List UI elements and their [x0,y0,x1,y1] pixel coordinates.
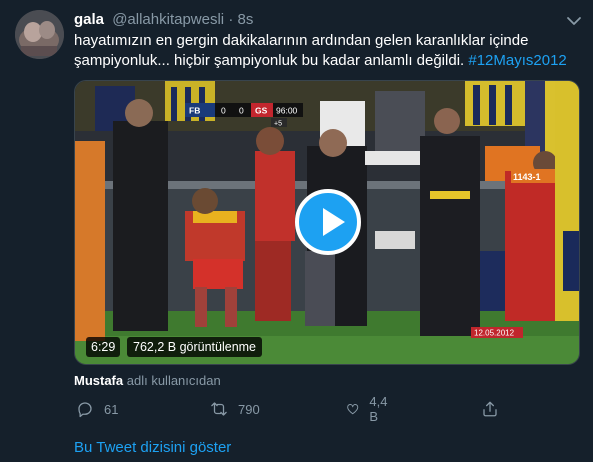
attribution-user[interactable]: Mustafa [74,373,123,388]
show-thread-link[interactable]: Bu Tweet dizisini göster [74,438,231,457]
heart-icon [347,404,359,415]
retweet-count: 790 [238,401,260,417]
separator-dot: · [228,11,234,28]
avatar-image [15,10,64,59]
scoreboard-away-score: 0 [239,106,244,116]
chevron-down-icon[interactable] [565,12,583,30]
like-button[interactable]: 4,4 B [346,394,392,424]
avatar[interactable] [15,10,64,59]
share-button[interactable] [481,398,499,420]
reply-icon [78,402,92,418]
video-attribution: Mustafa adlı kullanıcıdan [74,372,221,389]
date-stamp: 12.05.2012 [474,329,515,338]
retweet-button[interactable]: 790 [210,398,260,420]
tweet-header: gala @allahkitapwesli · 8s [74,10,253,29]
reply-button[interactable]: 61 [76,398,118,420]
video-duration: 6:29 [86,337,121,357]
reply-count: 61 [104,401,119,417]
display-name[interactable]: gala [74,11,104,28]
retweet-icon [211,402,227,416]
tweet-text: hayatımızın en gergin dakikalarının ardı… [74,31,584,71]
scoreboard-clock: 96:00 [276,106,298,116]
scoreboard-added-time: +5 [274,121,282,128]
scoreboard-away: GS [255,106,268,116]
user-handle[interactable]: @allahkitapwesli [112,11,224,28]
tweet-text-line-1: hayatımızın en gergin dakikalarının ardı… [74,32,529,49]
share-icon [483,401,497,417]
scoreboard-home: FB [189,106,200,116]
hashtag-link[interactable]: #12Mayıs2012 [468,52,566,69]
scoreboard-home-score: 0 [221,106,226,116]
timestamp[interactable]: 8s [237,11,253,28]
play-icon[interactable] [295,189,361,255]
banner-number: 1143-1 [513,172,541,182]
like-count: 4,4 B [369,394,388,424]
video-player[interactable]: FB 0 0 GS 96:00 +5 1143-1 12.05.2012 6:2… [74,80,580,365]
view-count: 762,2 B görüntülenme [127,337,263,357]
tweet-text-line-2-body: şampiyonluk... hiçbir şampiyonluk bu kad… [74,52,465,69]
tweet-text-line-2: şampiyonluk... hiçbir şampiyonluk bu kad… [74,51,584,71]
attribution-suffix: adlı kullanıcıdan [126,373,221,388]
